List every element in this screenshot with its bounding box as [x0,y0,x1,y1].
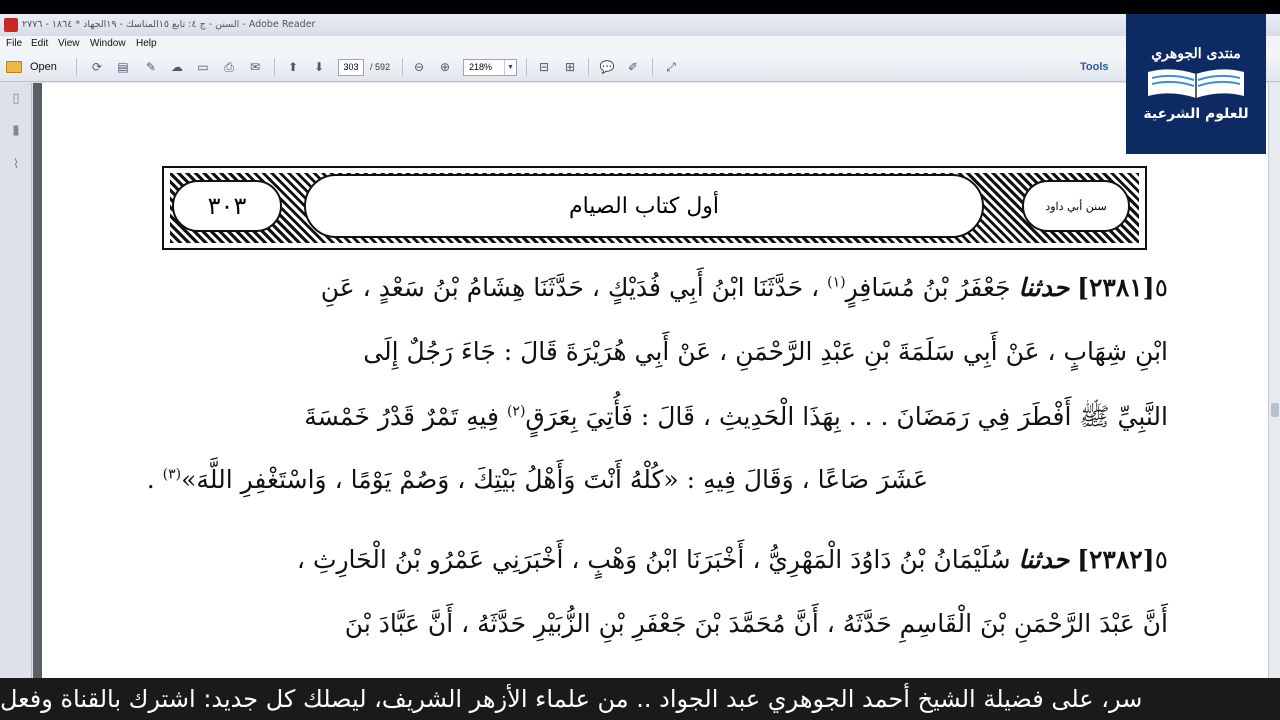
vertical-scrollbar[interactable] [1268,83,1280,720]
toolbar: Open ⟳ ▤ ✎ ☁ ▭ ⎙ ✉ ⬆ ⬇ 303 / 592 ⊖ ⊕ 218… [0,52,1280,82]
zoom-select[interactable]: 218% ▼ [463,59,517,76]
top-black-strip [0,0,1280,14]
adobe-reader-window: السنن - ج ٤: تابع ١٥المناسك - ١٩الجهاد *… [0,14,1280,720]
previous-page-icon[interactable]: ⬆ [284,58,302,76]
create-pdf-icon[interactable]: ⟳ [88,58,106,76]
export-pdf-icon[interactable]: ▤ [114,58,132,76]
cloud-upload-icon[interactable]: ☁ [168,58,186,76]
toolbar-separator [526,58,527,76]
hadith-2382-line-1: ٥[٢٣٨٢] حدثنا سُلَيْمَانُ بْنُ دَاوُدَ ا… [296,545,1168,574]
logo-subtitle: للعلوم الشرعية [1143,106,1249,122]
menu-window[interactable]: Window [90,38,126,49]
edit-pdf-icon[interactable]: ✎ [142,58,160,76]
menu-file[interactable]: File [6,38,22,49]
adobe-reader-icon [4,18,18,32]
toolbar-separator [402,58,403,76]
title-bar: السنن - ج ٤: تابع ١٥المناسك - ١٩الجهاد *… [0,14,1280,36]
page-header-frame: ٣٠٣ أول كتاب الصيام سنن أبي داود [162,166,1147,250]
toolbar-separator [652,58,653,76]
menu-edit[interactable]: Edit [31,38,48,49]
footnote-marker[interactable]: (٣) [163,467,181,483]
save-icon[interactable]: ▭ [194,58,212,76]
attachments-icon[interactable]: ⌇ [8,157,24,173]
toolbar-separator [588,58,589,76]
hadith-2381-line-1: ٥[٢٣٨١] حدثنا جَعْفَرُ بْنُ مُسَافِرٍ(١)… [320,273,1168,302]
pages-icon[interactable]: ▯ [8,91,24,107]
open-label: Open [30,61,57,73]
window-title: السنن - ج ٤: تابع ١٥المناسك - ١٩الجهاد *… [22,19,316,30]
book-name-cartouche: سنن أبي داود [1022,180,1130,232]
zoom-in-icon[interactable]: ⊕ [436,58,454,76]
folder-icon [6,61,22,73]
print-icon[interactable]: ⎙ [220,58,238,76]
page-number-cartouche: ٣٠٣ [172,180,282,232]
fit-width-icon[interactable]: ⊞ [561,58,579,76]
toolbar-separator [76,58,77,76]
open-button[interactable]: Open [6,58,68,76]
menu-help[interactable]: Help [136,38,157,49]
pdf-page: ٣٠٣ أول كتاب الصيام سنن أبي داود ٥[٢٣٨١]… [42,83,1268,720]
menu-view[interactable]: View [58,38,80,49]
fit-page-icon[interactable]: ⊟ [535,58,553,76]
email-icon[interactable]: ✉ [246,58,264,76]
menu-bar: File Edit View Window Help [0,36,1280,52]
document-area: ٣٠٣ أول كتاب الصيام سنن أبي داود ٥[٢٣٨١]… [33,83,1268,720]
zoom-out-icon[interactable]: ⊖ [410,58,428,76]
news-ticker: سر، على فضيلة الشيخ أحمد الجوهري عبد الج… [0,678,1280,720]
chevron-down-icon[interactable]: ▼ [504,60,516,75]
hadith-2381-line-3: النَّبِيِّ ﷺ أَفْطَرَ فِي رَمَضَانَ . . … [304,402,1168,431]
highlight-icon[interactable]: ✐ [624,58,642,76]
footnote-marker[interactable]: (١) [827,275,845,291]
chapter-title: أول كتاب الصيام [304,174,984,238]
hadith-2381-line-2: ابْنِ شِهَابٍ ، عَنْ أَبِي سَلَمَةَ بْنِ… [363,337,1168,366]
footnote-marker[interactable]: (٢) [507,404,525,420]
zoom-value: 218% [469,62,493,72]
toolbar-separator [274,58,275,76]
page-number-input[interactable]: 303 [338,59,364,76]
hadith-2381-line-4: عَشَرَ صَاعًا ، وَقَالَ فِيهِ : «كُلْهُ … [146,465,928,494]
navigation-panel: ▯ ▮ ⌇ [0,83,32,720]
open-book-icon [1148,69,1244,98]
ticker-text: سر، على فضيلة الشيخ أحمد الجوهري عبد الج… [0,685,1143,713]
next-page-icon[interactable]: ⬇ [310,58,328,76]
page-total: / 592 [370,62,391,72]
full-screen-icon[interactable]: ⤢ [662,58,680,76]
channel-logo: منتدى الجوهري للعلوم الشرعية [1126,14,1266,154]
tools-button[interactable]: Tools [1080,61,1109,73]
logo-title: منتدى الجوهري [1151,46,1241,62]
comment-icon[interactable]: 💬 [598,58,616,76]
hadith-2382-line-2: أَنَّ عَبْدَ الرَّحْمَنِ بْنَ الْقَاسِمِ… [344,609,1168,638]
bookmarks-icon[interactable]: ▮ [8,123,24,139]
scroll-thumb[interactable] [1271,403,1279,417]
